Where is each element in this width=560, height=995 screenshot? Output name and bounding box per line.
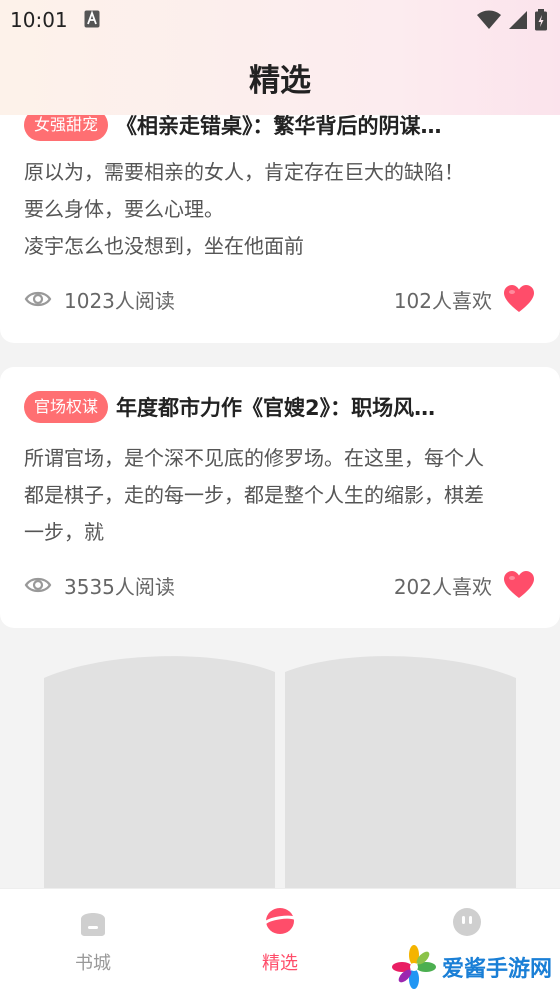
- heart-icon[interactable]: [502, 284, 536, 314]
- excerpt-line: 一步，就: [24, 520, 104, 544]
- genre-tag[interactable]: 官场权谋: [24, 391, 109, 423]
- heart-icon[interactable]: [502, 570, 536, 600]
- top-header: 10:01 精选: [0, 0, 560, 115]
- like-count-label: 102人喜欢: [393, 288, 492, 313]
- like-count-label: 202人喜欢: [393, 574, 492, 599]
- read-count: 1023人阅读: [24, 285, 175, 314]
- article-card[interactable]: 官场权谋 年度都市力作《官嫂2》：职场风… 所谓官场，是个深不见底的修罗场。在这…: [0, 367, 560, 628]
- nav-item-featured[interactable]: 精选: [220, 907, 340, 975]
- watermark-text: 爱酱手游网: [441, 957, 552, 982]
- card-excerpt: 原以为，需要相亲的女人，肯定存在巨大的缺陷！ 要么身体，要么心理。 凌宇怎么也没…: [24, 154, 526, 265]
- excerpt-line: 都是棋子，走的每一步，都是整个人生的缩影，棋差: [24, 483, 484, 507]
- featured-icon: [262, 908, 297, 934]
- excerpt-line: 所谓官场，是个深不见底的修罗场。在这里，每个人: [24, 446, 484, 470]
- eye-icon: [24, 291, 52, 307]
- nav-label: 精选: [262, 953, 298, 974]
- wifi-icon: [477, 10, 501, 29]
- notification-a-icon: [84, 10, 100, 28]
- card-title[interactable]: 年度都市力作《官嫂2》：职场风…: [116, 392, 435, 422]
- nav-item-profile[interactable]: [407, 907, 527, 949]
- battery-icon: [535, 9, 547, 31]
- read-count-label: 1023人阅读: [64, 288, 175, 313]
- signal-icon: [509, 11, 527, 29]
- like-count[interactable]: 102人喜欢: [394, 284, 536, 314]
- card-header: 官场权谋 年度都市力作《官嫂2》：职场风…: [24, 387, 536, 427]
- read-count-label: 3535人阅读: [64, 574, 175, 599]
- card-excerpt: 所谓官场，是个深不见底的修罗场。在这里，每个人 都是棋子，走的每一步，都是整个人…: [24, 440, 526, 551]
- watermark: 爱酱手游网: [391, 945, 552, 989]
- bookstore-icon: [81, 913, 105, 936]
- feed: 女强甜宠 《相亲走错桌》：繁华背后的阴谋… 原以为，需要相亲的女人，肯定存在巨大…: [0, 0, 560, 890]
- loading-book-placeholder: [44, 656, 516, 890]
- read-count: 3535人阅读: [24, 571, 175, 600]
- clock: 10:01: [10, 8, 68, 32]
- nav-label: 书城: [75, 953, 111, 974]
- like-count[interactable]: 202人喜欢: [394, 570, 536, 600]
- article-card[interactable]: 女强甜宠 《相亲走错桌》：繁华背后的阴谋… 原以为，需要相亲的女人，肯定存在巨大…: [0, 95, 560, 343]
- excerpt-line: 凌宇怎么也没想到，坐在他面前: [24, 234, 304, 258]
- excerpt-line: 要么身体，要么心理。: [24, 197, 224, 221]
- nav-item-bookstore[interactable]: 书城: [33, 907, 153, 975]
- page-title: 精选: [249, 63, 311, 99]
- excerpt-line: 原以为，需要相亲的女人，肯定存在巨大的缺陷！: [24, 160, 464, 184]
- eye-icon: [24, 577, 52, 593]
- status-bar: 10:01: [0, 0, 560, 40]
- system-icons: [476, 9, 548, 31]
- profile-icon: [453, 908, 481, 936]
- card-stats: 1023人阅读 102人喜欢: [24, 282, 536, 316]
- pinwheel-logo-icon: [391, 945, 436, 989]
- card-stats: 3535人阅读 202人喜欢: [24, 568, 536, 602]
